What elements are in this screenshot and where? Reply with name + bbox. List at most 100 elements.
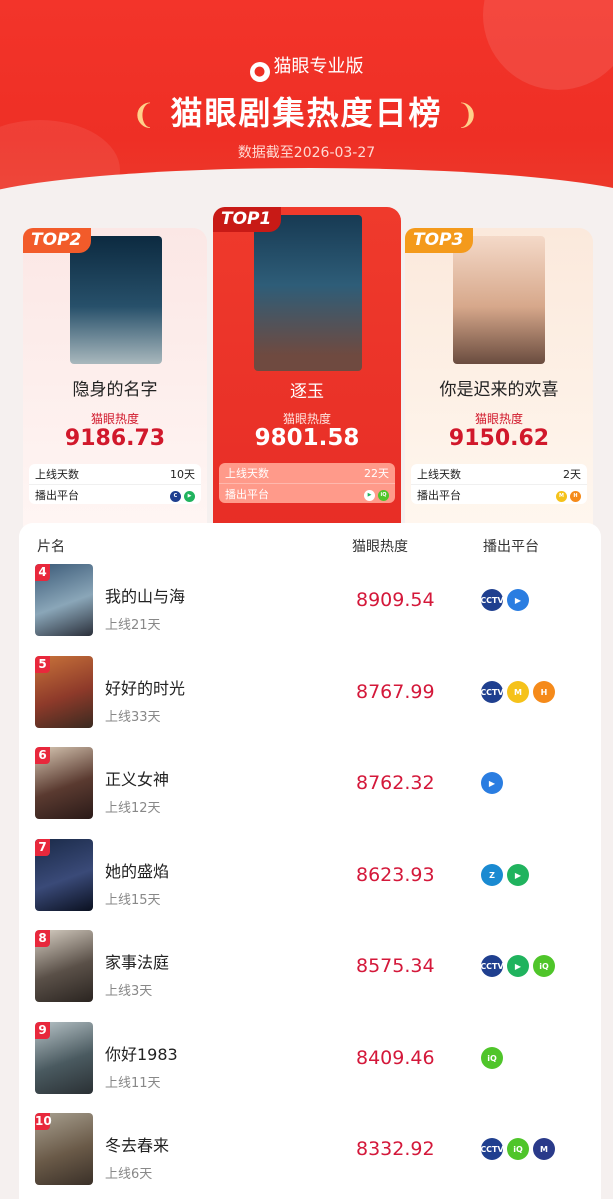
laurel-right-icon: ❩ bbox=[455, 98, 482, 131]
heat-value: 8575.34 bbox=[356, 955, 435, 977]
rank-number: 8 bbox=[35, 930, 50, 947]
column-platform: 播出平台 bbox=[483, 539, 539, 555]
show-name: 冬去春来 bbox=[105, 1136, 170, 1155]
platform-row: 播出平台 C ▶ bbox=[29, 484, 201, 504]
days-online: 上线6天 bbox=[105, 1167, 153, 1182]
zhejiang-tv-icon: Z bbox=[481, 864, 503, 886]
top1-card[interactable]: TOP1 逐玉 猫眼热度 9801.58 上线天数 22天 播出平台 ▶ iQ bbox=[213, 207, 401, 537]
tencent-video-icon: ▶ bbox=[507, 864, 529, 886]
rank-number: 10 bbox=[35, 1113, 52, 1130]
heat-label: 猫眼热度 bbox=[90, 412, 139, 426]
list-item[interactable]: 7 她的盛焰 上线15天 8623.93 Z ▶ bbox=[19, 839, 601, 929]
poster-thumbnail: 10 bbox=[35, 1113, 93, 1185]
info-box: 上线天数 10天 播出平台 C ▶ bbox=[29, 464, 201, 504]
rank-badge: TOP1 bbox=[213, 207, 282, 232]
rank-badge: TOP2 bbox=[23, 228, 92, 253]
list-item[interactable]: 5 好好的时光 上线33天 8767.99 CCTV M H bbox=[19, 656, 601, 746]
heat-value: 8332.92 bbox=[356, 1138, 435, 1160]
heat-value: 9150.62 bbox=[448, 426, 550, 451]
platform-row: 播出平台 ▶ iQ bbox=[219, 483, 395, 503]
column-name: 片名 bbox=[37, 539, 65, 555]
show-name: 好好的时光 bbox=[105, 679, 186, 698]
show-name: 我的山与海 bbox=[105, 587, 186, 606]
tencent-video-icon: ▶ bbox=[184, 490, 195, 502]
show-name: 家事法庭 bbox=[105, 953, 170, 972]
days-value: 10天 bbox=[170, 468, 195, 481]
days-online: 上线15天 bbox=[105, 893, 161, 908]
brand: ● 猫眼专业版 bbox=[0, 52, 613, 82]
poster-image bbox=[254, 215, 362, 371]
cctv-icon: CCTV bbox=[480, 955, 504, 977]
days-label: 上线天数 bbox=[225, 467, 269, 480]
platform-label: 播出平台 bbox=[225, 487, 269, 501]
platform-icons: CCTV M H bbox=[480, 681, 559, 703]
list-item[interactable]: 9 你好1983 上线11天 8409.46 iQ bbox=[19, 1022, 601, 1112]
list-item[interactable]: 6 正义女神 上线12天 8762.32 ▶ bbox=[19, 747, 601, 837]
platform-icons: C ▶ bbox=[167, 487, 195, 502]
list-item[interactable]: 8 家事法庭 上线3天 8575.34 CCTV ▶ iQ bbox=[19, 930, 601, 1020]
iqiyi-icon: iQ bbox=[378, 489, 389, 501]
days-row: 上线天数 22天 bbox=[219, 463, 395, 483]
page-title: ❨ 猫眼剧集热度日榜 ❩ bbox=[0, 88, 613, 134]
show-name: 隐身的名字 bbox=[72, 380, 158, 400]
data-date: 数据截至2026-03-27 bbox=[237, 145, 376, 161]
youku-icon: ▶ bbox=[481, 772, 503, 794]
cat-eye-logo-icon: ● bbox=[249, 62, 270, 82]
days-label: 上线天数 bbox=[417, 468, 461, 481]
heat-value: 9801.58 bbox=[254, 425, 360, 451]
iqiyi-icon: iQ bbox=[533, 955, 555, 977]
info-box: 上线天数 2天 播出平台 M H bbox=[411, 464, 587, 504]
header-banner: ● 猫眼专业版 ❨ 猫眼剧集热度日榜 ❩ 数据截至2026-03-27 bbox=[0, 0, 613, 200]
days-value: 22天 bbox=[364, 467, 389, 480]
platform-icons: ▶ iQ bbox=[361, 486, 389, 501]
migu-icon: M bbox=[533, 1138, 555, 1160]
show-name: 逐玉 bbox=[290, 382, 324, 402]
days-value: 2天 bbox=[563, 468, 581, 481]
days-online: 上线33天 bbox=[105, 710, 161, 725]
days-row: 上线天数 10天 bbox=[29, 464, 201, 484]
laurel-left-icon: ❨ bbox=[131, 98, 158, 131]
platform-label: 播出平台 bbox=[417, 488, 461, 502]
show-name: 她的盛焰 bbox=[105, 862, 170, 881]
heat-value: 8909.54 bbox=[356, 589, 435, 611]
youku-icon: ▶ bbox=[507, 589, 529, 611]
platform-icons: CCTV ▶ iQ bbox=[480, 955, 559, 977]
platform-icons: CCTV ▶ bbox=[480, 589, 533, 611]
poster-image bbox=[453, 236, 545, 364]
cctv-icon: CCTV bbox=[480, 589, 504, 611]
heat-value: 8623.93 bbox=[356, 864, 435, 886]
days-online: 上线12天 bbox=[105, 801, 161, 816]
list-item[interactable]: 10 冬去春来 上线6天 8332.92 CCTV iQ M bbox=[19, 1113, 601, 1199]
platform-icons: Z ▶ bbox=[481, 864, 533, 886]
rank-number: 4 bbox=[35, 564, 50, 581]
days-online: 上线21天 bbox=[105, 618, 161, 633]
heat-value: 9186.73 bbox=[64, 426, 166, 451]
poster-image bbox=[70, 236, 162, 364]
platform-icons: iQ bbox=[481, 1047, 507, 1069]
iqiyi-icon: iQ bbox=[507, 1138, 529, 1160]
cctv-icon: C bbox=[170, 490, 181, 502]
rank-number: 5 bbox=[35, 656, 50, 673]
iqiyi-icon: iQ bbox=[481, 1047, 503, 1069]
mango-tv-icon: M bbox=[507, 681, 529, 703]
list-item[interactable]: 4 我的山与海 上线21天 8909.54 CCTV ▶ bbox=[19, 564, 601, 654]
poster-thumbnail: 6 bbox=[35, 747, 93, 819]
top3-card[interactable]: TOP3 你是迟来的欢喜 猫眼热度 9150.62 上线天数 2天 播出平台 M H bbox=[405, 228, 593, 538]
show-name: 正义女神 bbox=[105, 770, 170, 789]
brand-name: 猫眼专业版 bbox=[273, 56, 364, 77]
tencent-video-icon: ▶ bbox=[507, 955, 529, 977]
rank-number: 9 bbox=[35, 1022, 50, 1039]
ranking-list: 片名 猫眼热度 播出平台 4 我的山与海 上线21天 8909.54 CCTV … bbox=[19, 523, 601, 1199]
cctv-icon: CCTV bbox=[480, 681, 504, 703]
heat-value: 8767.99 bbox=[356, 681, 435, 703]
show-name: 你好1983 bbox=[105, 1045, 178, 1064]
column-heat: 猫眼热度 bbox=[352, 539, 408, 555]
days-online: 上线3天 bbox=[105, 984, 153, 999]
top2-card[interactable]: TOP2 隐身的名字 猫眼热度 9186.73 上线天数 10天 播出平台 C ▶ bbox=[23, 228, 207, 538]
poster-thumbnail: 5 bbox=[35, 656, 93, 728]
rank-badge: TOP3 bbox=[405, 228, 474, 253]
rank-number: 6 bbox=[35, 747, 50, 764]
days-row: 上线天数 2天 bbox=[411, 464, 587, 484]
info-box: 上线天数 22天 播出平台 ▶ iQ bbox=[219, 463, 395, 503]
show-name: 你是迟来的欢喜 bbox=[439, 380, 559, 400]
